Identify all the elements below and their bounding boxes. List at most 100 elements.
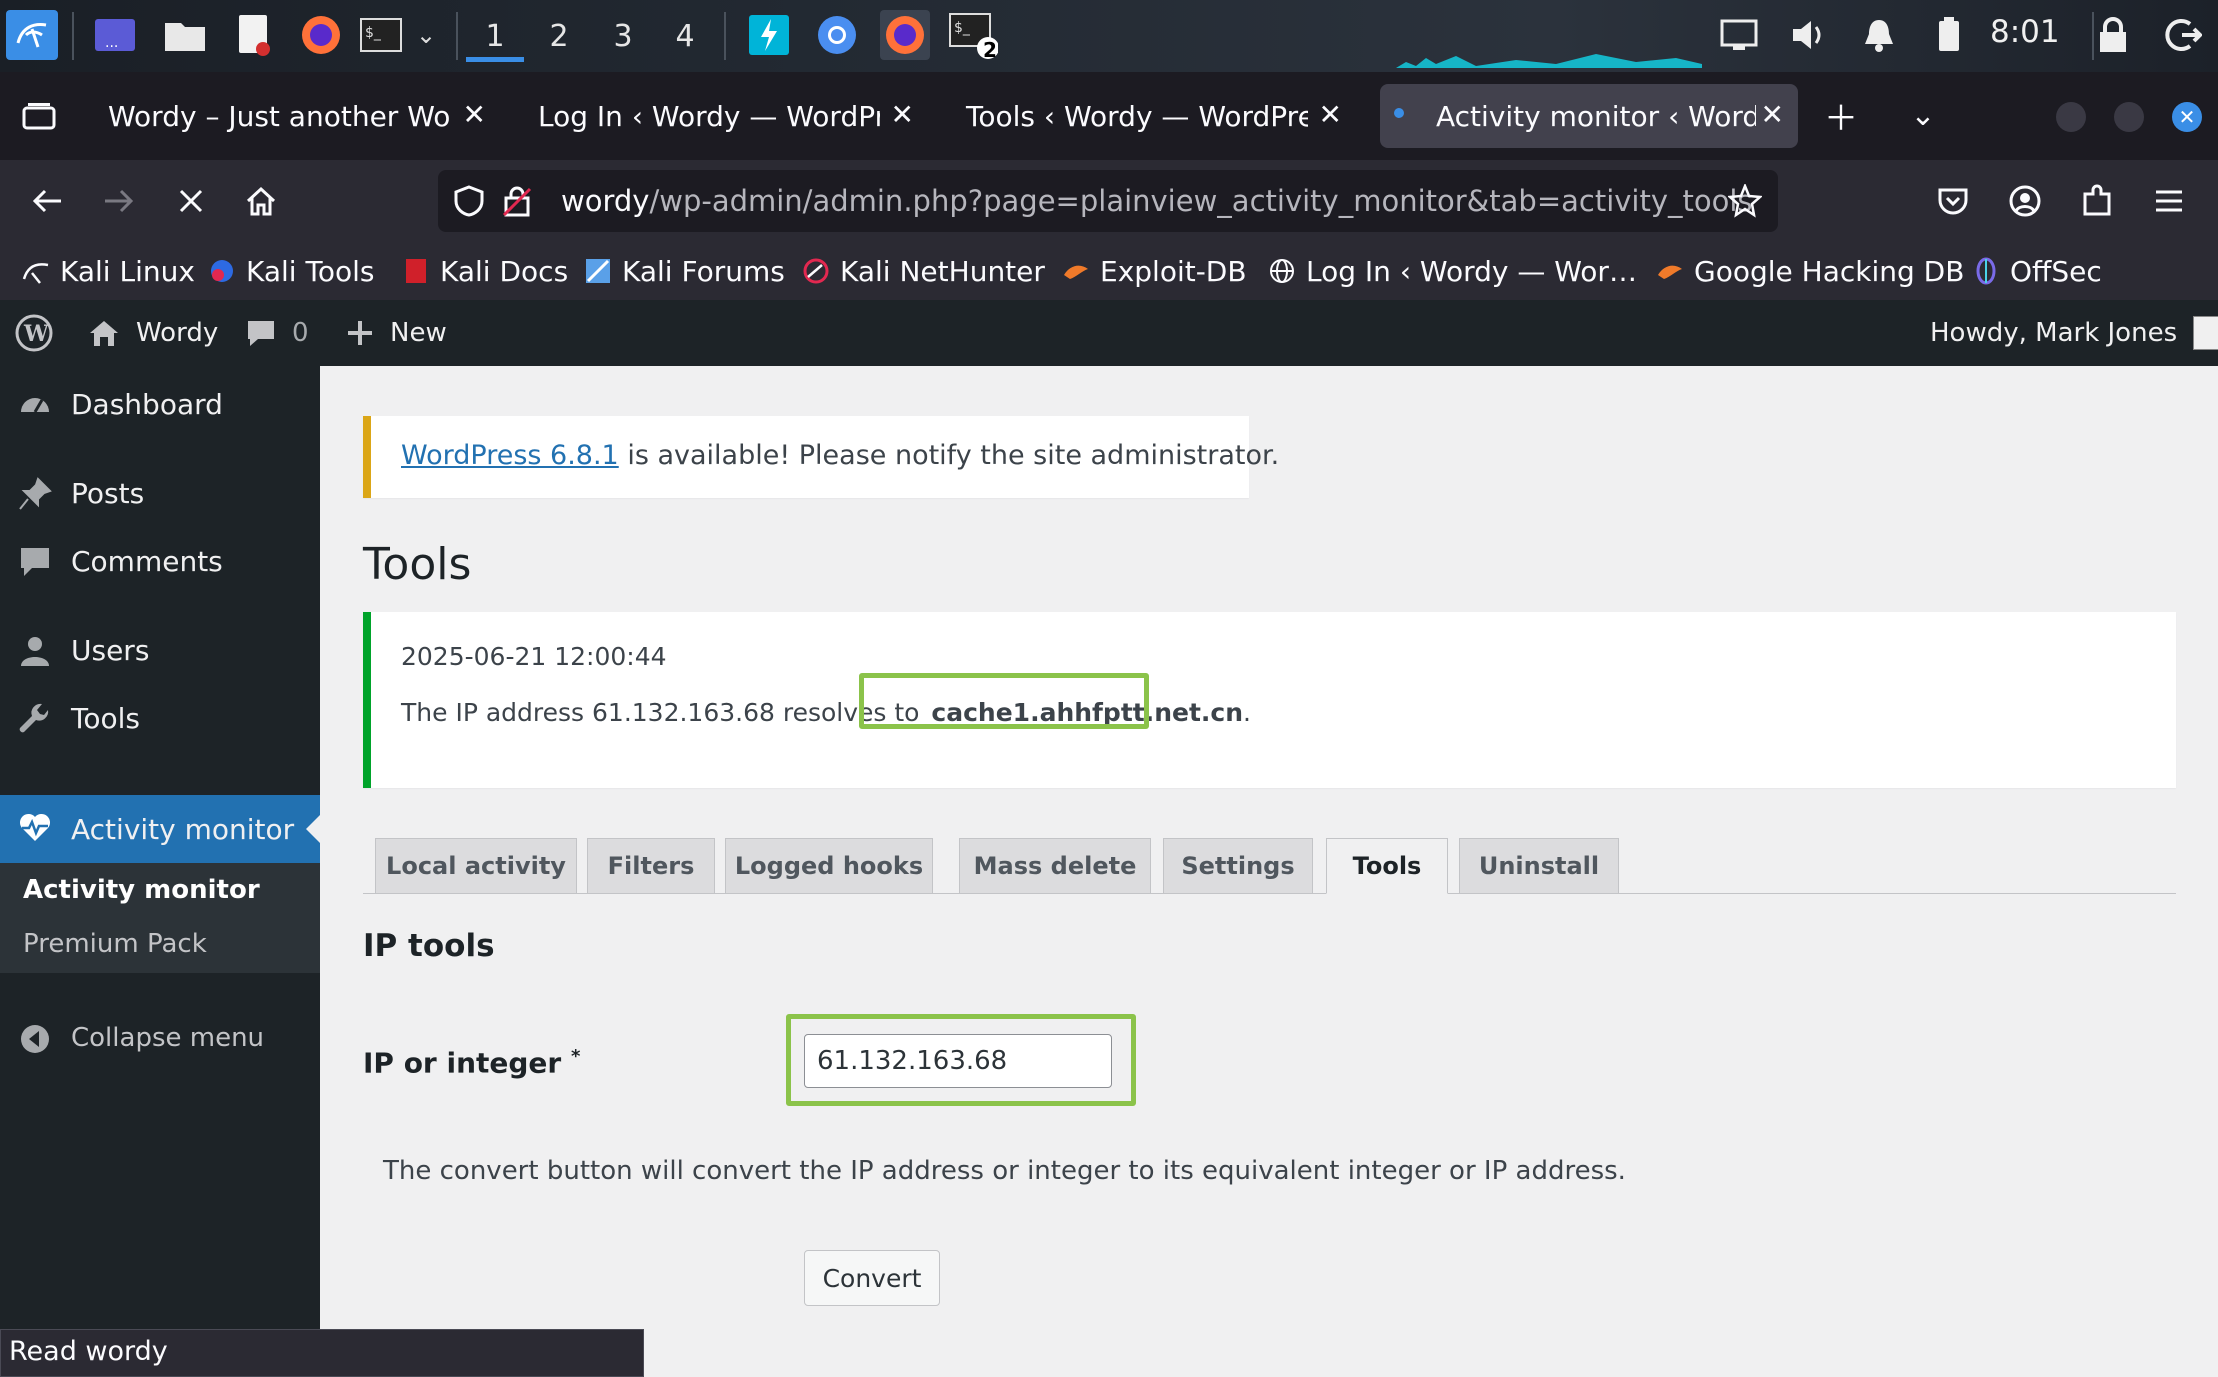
chevron-down-icon[interactable]: ⌄: [406, 10, 446, 60]
desktop-icon[interactable]: ...: [90, 10, 140, 60]
svg-text:$_: $_: [954, 20, 971, 36]
hamburger-menu-icon[interactable]: [2142, 174, 2196, 228]
kali-tools-icon: [208, 257, 236, 285]
tab-settings[interactable]: Settings: [1163, 838, 1313, 894]
kali-forums-icon: [584, 257, 612, 285]
bookmark-label: Kali Tools: [246, 254, 375, 288]
menu-label: Tools: [71, 701, 140, 735]
tab-local-activity[interactable]: Local activity: [375, 838, 577, 894]
stop-loading-icon[interactable]: [164, 174, 218, 228]
minimize-icon[interactable]: [2056, 102, 2086, 132]
workspace-4[interactable]: 4: [656, 12, 714, 62]
page-title: Tools: [363, 539, 472, 590]
wordpress-update-link[interactable]: WordPress 6.8.1: [401, 440, 619, 471]
address-bar[interactable]: wordy/wp-admin/admin.php?page=plainview_…: [438, 170, 1778, 232]
home-icon[interactable]: [234, 174, 288, 228]
globe-icon: [1268, 257, 1296, 285]
browser-tab[interactable]: Tools ‹ Wordy — WordPress ✕: [948, 84, 1356, 148]
text-editor-icon[interactable]: [228, 10, 278, 60]
bookmark-kali-docs[interactable]: Kali Docs: [402, 250, 568, 292]
kali-menu-icon[interactable]: [6, 10, 58, 60]
chromium-icon[interactable]: [812, 10, 862, 60]
menu-label: Posts: [71, 476, 145, 510]
menu-posts[interactable]: Posts: [0, 463, 320, 523]
browser-tab[interactable]: Log In ‹ Wordy — WordPress ✕: [520, 84, 928, 148]
bookmark-kali-nethunter[interactable]: Kali NetHunter: [802, 250, 1045, 292]
wordpress-logo-icon[interactable]: W: [14, 300, 54, 366]
firefox-active-icon[interactable]: [880, 10, 930, 60]
menu-label: Users: [71, 633, 150, 667]
logout-icon[interactable]: [2158, 10, 2208, 60]
tab-filters[interactable]: Filters: [587, 838, 715, 894]
tab-title: Tools ‹ Wordy — WordPress: [966, 99, 1308, 133]
lock-screen-icon[interactable]: [2088, 10, 2138, 60]
extensions-icon[interactable]: [2070, 174, 2124, 228]
menu-tools[interactable]: Tools: [0, 688, 320, 748]
pushpin-icon: [19, 477, 52, 510]
notifications-icon[interactable]: [1854, 10, 1904, 60]
admin-bar-account[interactable]: Howdy, Mark Jones: [1930, 300, 2218, 366]
bookmark-offsec[interactable]: OffSec: [1972, 250, 2102, 292]
insecure-lock-icon[interactable]: [502, 185, 532, 221]
browser-tab-active[interactable]: Activity monitor ‹ Wordy — WordPress ✕: [1380, 84, 1798, 148]
bookmark-kali-tools[interactable]: Kali Tools: [208, 250, 374, 292]
bookmark-google-hacking-db[interactable]: Google Hacking DB: [1656, 250, 1964, 292]
bookmark-kali-forums[interactable]: Kali Forums: [584, 250, 785, 292]
tracking-protection-icon[interactable]: [454, 185, 484, 221]
back-icon[interactable]: [20, 174, 74, 228]
tab-uninstall[interactable]: Uninstall: [1459, 838, 1619, 894]
file-manager-icon[interactable]: [160, 10, 210, 60]
ip-or-integer-input[interactable]: [804, 1034, 1112, 1088]
bookmark-wordy-login[interactable]: Log In ‹ Wordy — Wor…: [1268, 250, 1637, 292]
submenu-activity-monitor[interactable]: Activity monitor: [23, 875, 260, 905]
menu-comments[interactable]: Comments: [0, 531, 320, 591]
notice-prefix: The IP address 61.132.163.68 resolves to: [401, 698, 928, 727]
bookmark-label: OffSec: [2010, 254, 2102, 288]
workspace-2[interactable]: 2: [530, 12, 588, 62]
power-manager-icon[interactable]: [1924, 10, 1974, 60]
plus-icon: [348, 321, 372, 345]
workspace-3[interactable]: 3: [594, 12, 652, 62]
svg-text:W: W: [23, 321, 49, 347]
list-tabs-icon[interactable]: ⌄: [1896, 88, 1950, 142]
close-tab-icon[interactable]: ✕: [1761, 98, 1784, 131]
tab-tools[interactable]: Tools: [1326, 838, 1448, 894]
volume-icon[interactable]: [1784, 10, 1834, 60]
bookmark-kali-linux[interactable]: Kali Linux: [22, 250, 195, 292]
admin-bar-new[interactable]: New: [346, 300, 447, 366]
url-path: /wp-admin/admin.php?page=plainview_activ…: [649, 184, 1753, 218]
account-icon[interactable]: [1998, 174, 2052, 228]
menu-dashboard[interactable]: Dashboard: [0, 374, 320, 434]
collapse-menu-button[interactable]: Collapse menu: [0, 1008, 320, 1068]
admin-bar-site-link[interactable]: Wordy: [88, 300, 218, 366]
convert-button[interactable]: Convert: [804, 1250, 940, 1306]
menu-activity-monitor[interactable]: Activity monitor: [0, 795, 320, 863]
tab-logged-hooks[interactable]: Logged hooks: [725, 838, 933, 894]
display-icon[interactable]: [1714, 10, 1764, 60]
bookmark-label: Kali Linux: [60, 254, 195, 288]
loading-indicator-icon: [1394, 108, 1404, 118]
bookmark-exploit-db[interactable]: Exploit-DB: [1062, 250, 1247, 292]
close-tab-icon[interactable]: ✕: [463, 98, 486, 131]
workspace-1[interactable]: 1: [466, 12, 524, 62]
close-tab-icon[interactable]: ✕: [891, 98, 914, 131]
close-window-icon[interactable]: ✕: [2172, 102, 2202, 132]
terminal-icon[interactable]: $_: [356, 10, 406, 60]
close-tab-icon[interactable]: ✕: [1319, 98, 1342, 131]
admin-bar-comments[interactable]: 0: [246, 300, 309, 366]
pocket-icon[interactable]: [1926, 174, 1980, 228]
url-text[interactable]: wordy/wp-admin/admin.php?page=plainview_…: [561, 184, 1753, 218]
browser-tab[interactable]: Wordy – Just another WordPress site ✕: [92, 84, 500, 148]
burp-icon[interactable]: [744, 10, 794, 60]
new-tab-icon[interactable]: ＋: [1814, 88, 1868, 142]
submenu-premium-pack[interactable]: Premium Pack: [23, 929, 207, 959]
forward-icon[interactable]: [92, 174, 146, 228]
tab-overview-icon[interactable]: [12, 88, 66, 142]
menu-users[interactable]: Users: [0, 620, 320, 680]
clock[interactable]: 8:01: [1990, 14, 2060, 50]
maximize-icon[interactable]: [2114, 102, 2144, 132]
tab-mass-delete[interactable]: Mass delete: [959, 838, 1151, 894]
firefox-icon[interactable]: [296, 10, 346, 60]
terminal-group-icon[interactable]: $_ 2: [948, 10, 998, 62]
bookmark-star-icon[interactable]: [1726, 182, 1764, 222]
